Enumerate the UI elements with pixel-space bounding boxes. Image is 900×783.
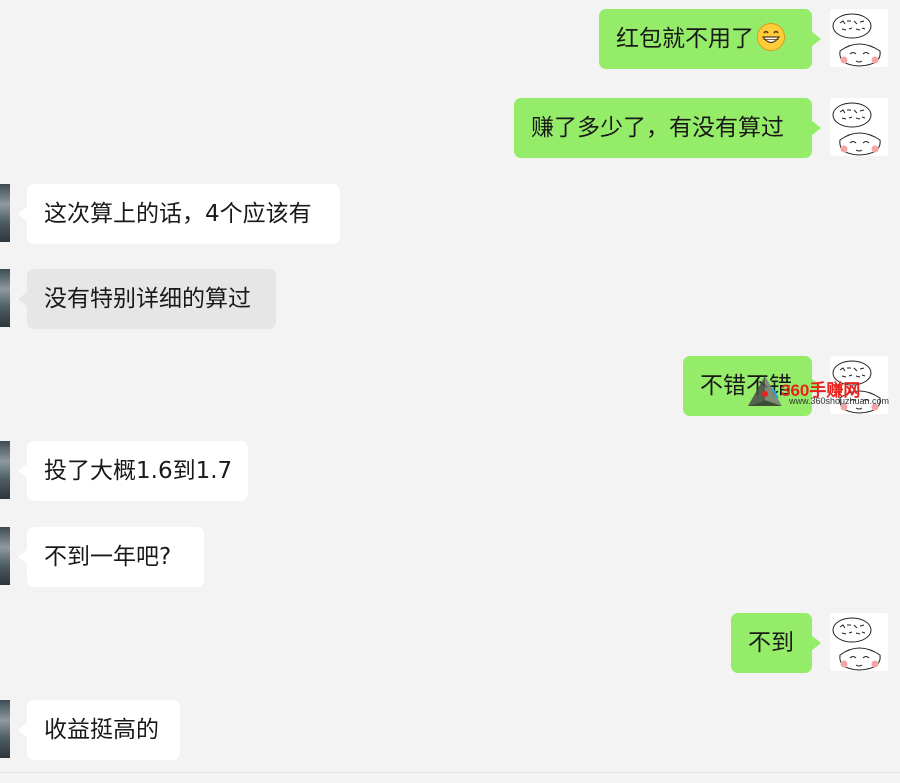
- message-text: 不到: [748, 630, 794, 656]
- avatar-me[interactable]: [830, 9, 888, 67]
- message-text: 投了大概1.6到1.7: [44, 458, 233, 484]
- message-bubble-other[interactable]: 这次算上的话，4个应该有: [18, 184, 340, 244]
- avatar-me[interactable]: [830, 613, 888, 671]
- avatar-other[interactable]: [0, 527, 10, 585]
- cartoon-face-avatar-icon: [830, 9, 888, 67]
- avatar-me[interactable]: [830, 98, 888, 156]
- message-bubble-other[interactable]: 收益挺高的: [18, 700, 180, 760]
- watermark-url: www.360shouzhuan.com: [789, 396, 890, 406]
- message-text: 这次算上的话，4个应该有: [44, 201, 312, 227]
- avatar-other[interactable]: [0, 269, 10, 327]
- message-bubble-me[interactable]: 红包就不用了: [599, 9, 821, 69]
- avatar-other[interactable]: [0, 700, 10, 758]
- message-text: 不到一年吧?: [44, 544, 172, 570]
- message-bubble-other[interactable]: 投了大概1.6到1.7: [18, 441, 248, 501]
- message-bubble-other[interactable]: 没有特别详细的算过: [18, 269, 276, 329]
- message-text: 收益挺高的: [44, 717, 159, 743]
- grinning-face-emoji-icon: [757, 22, 785, 51]
- message-bubble-me[interactable]: 赚了多少了，有没有算过: [514, 98, 821, 158]
- pyramid-logo-icon: [748, 376, 782, 406]
- message-text: 赚了多少了，有没有算过: [531, 115, 784, 141]
- cartoon-face-avatar-icon: [830, 613, 888, 671]
- message-bubble-me[interactable]: 不到: [731, 613, 821, 673]
- bottom-divider: [0, 772, 900, 773]
- cartoon-face-avatar-icon: [830, 98, 888, 156]
- site-watermark: 360手赚网 www.360shouzhuan.com: [745, 372, 897, 412]
- message-text: 红包就不用了: [616, 26, 754, 52]
- message-bubble-other[interactable]: 不到一年吧?: [18, 527, 204, 587]
- avatar-other[interactable]: [0, 441, 10, 499]
- avatar-other[interactable]: [0, 184, 10, 242]
- message-text: 没有特别详细的算过: [44, 286, 251, 312]
